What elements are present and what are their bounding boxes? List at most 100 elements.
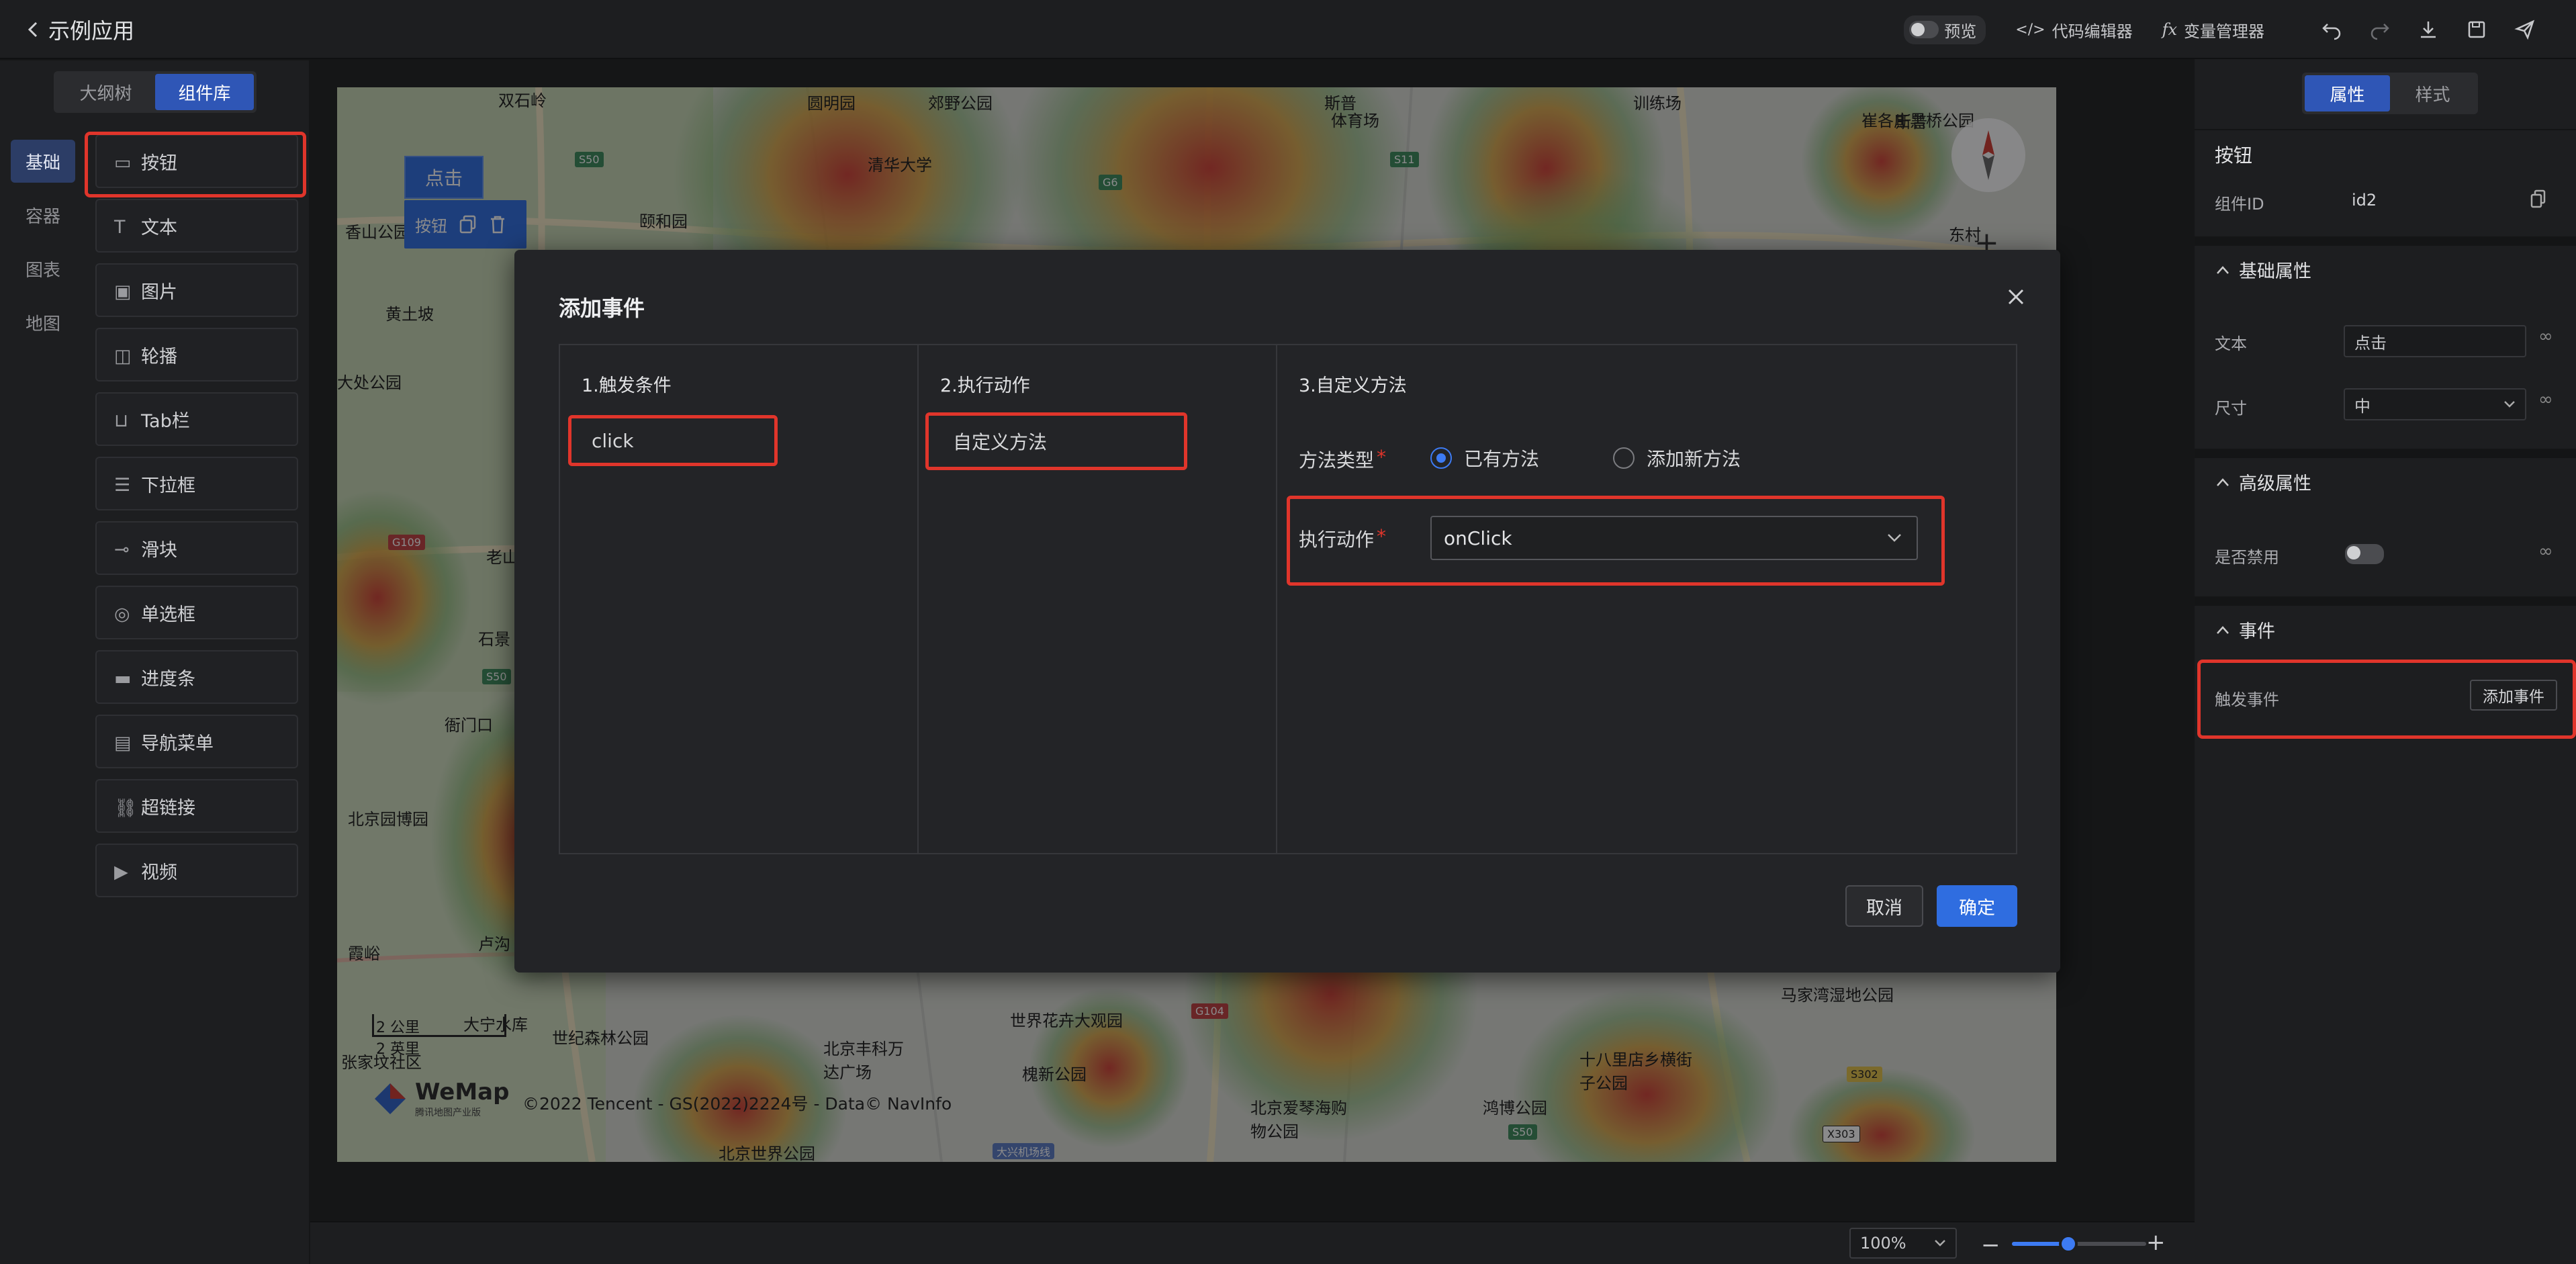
category-basic[interactable]: 基础 bbox=[11, 140, 75, 183]
zoom-slider-handle[interactable] bbox=[2059, 1234, 2078, 1253]
component-item-label: 下拉框 bbox=[141, 475, 195, 496]
component-item-label: 滑块 bbox=[141, 539, 177, 561]
library-tabs: 大纲树 组件库 bbox=[54, 71, 257, 113]
component-item-label: 导航菜单 bbox=[141, 733, 214, 754]
add-event-button[interactable]: 添加事件 bbox=[2470, 680, 2557, 711]
text-label: 文本 bbox=[2215, 334, 2247, 353]
download-icon[interactable] bbox=[2418, 19, 2439, 40]
radio-new-method[interactable]: 添加新方法 bbox=[1613, 445, 1741, 471]
custom-method-column: 3.自定义方法 方法类型 * 已有方法 添加新方法 执行动作 * onClick bbox=[1276, 344, 2017, 854]
chevron-left-icon bbox=[27, 21, 39, 38]
component-item-label: 文本 bbox=[141, 217, 177, 238]
tab-outline-tree[interactable]: 大纲树 bbox=[56, 74, 155, 110]
save-icon[interactable] bbox=[2466, 19, 2487, 40]
top-toolbar: 预览 </> 代码编辑器 fx 变量管理器 bbox=[1904, 12, 2536, 47]
method-type-label: 方法类型 * bbox=[1299, 446, 1386, 473]
divider bbox=[2195, 129, 2576, 130]
component-item[interactable]: ⛓ 超链接 bbox=[95, 779, 298, 833]
category-map[interactable]: 地图 bbox=[11, 301, 75, 344]
copy-id-icon[interactable] bbox=[2530, 189, 2546, 208]
component-name: 按钮 bbox=[2215, 144, 2253, 167]
tabbar-icon: ⊔ bbox=[114, 410, 129, 431]
section-basic-title: 基础属性 bbox=[2239, 261, 2311, 282]
component-item-label: 视频 bbox=[141, 862, 177, 883]
component-id-value: id2 bbox=[2352, 191, 2377, 210]
carousel-icon: ◫ bbox=[114, 346, 132, 367]
tab-properties[interactable]: 属性 bbox=[2305, 75, 2390, 111]
component-item[interactable]: ▬ 进度条 bbox=[95, 650, 298, 704]
zoom-select[interactable]: 100% bbox=[1849, 1228, 1957, 1259]
category-container[interactable]: 容器 bbox=[11, 193, 75, 236]
close-icon[interactable] bbox=[2007, 287, 2025, 306]
component-item-label: 单选框 bbox=[141, 604, 195, 625]
component-item-label: 超链接 bbox=[141, 797, 195, 819]
component-item[interactable]: ▤ 导航菜单 bbox=[95, 715, 298, 768]
radio-existing-method[interactable]: 已有方法 bbox=[1430, 445, 1539, 471]
component-item-label: 进度条 bbox=[141, 668, 195, 690]
progress-icon: ▬ bbox=[114, 668, 132, 689]
component-item[interactable]: ◎ 单选框 bbox=[95, 586, 298, 639]
action-column: 2.执行动作 自定义方法 bbox=[917, 344, 1277, 854]
component-item[interactable]: ⊸ 滑块 bbox=[95, 521, 298, 575]
radio-icon: ◎ bbox=[114, 604, 130, 625]
chevron-down-icon bbox=[1934, 1239, 1946, 1247]
undo-icon[interactable] bbox=[2321, 19, 2342, 40]
section-advanced[interactable]: 高级属性 bbox=[2216, 469, 2311, 495]
radio-existing-label: 已有方法 bbox=[1464, 448, 1540, 470]
preview-label: 预览 bbox=[1944, 21, 1977, 41]
component-id-label: 组件ID bbox=[2215, 195, 2264, 214]
variable-manager-label: 变量管理器 bbox=[2184, 21, 2264, 41]
component-item-label: 按钮 bbox=[141, 152, 177, 174]
top-bar: 示例应用 预览 </> 代码编辑器 fx 变量管理器 bbox=[0, 0, 2576, 59]
component-item[interactable]: ▶ 视频 bbox=[95, 844, 298, 897]
category-chart[interactable]: 图表 bbox=[11, 247, 75, 290]
chevron-up-icon bbox=[2216, 265, 2229, 275]
size-value: 中 bbox=[2354, 396, 2371, 416]
bind-variable-icon[interactable]: ∞ bbox=[2538, 541, 2553, 561]
section-events[interactable]: 事件 bbox=[2216, 617, 2275, 643]
confirm-button[interactable]: 确定 bbox=[1937, 885, 2017, 927]
highlight-action-select bbox=[1287, 496, 1945, 586]
zoom-out-icon[interactable]: − bbox=[1981, 1232, 2000, 1259]
tab-component-library[interactable]: 组件库 bbox=[155, 74, 254, 110]
zoom-in-button[interactable]: + bbox=[2146, 1229, 2166, 1256]
size-select[interactable]: 中 bbox=[2344, 388, 2526, 420]
custom-method-item[interactable]: 自定义方法 bbox=[925, 412, 1187, 470]
redo-icon[interactable] bbox=[2369, 19, 2391, 40]
chevron-up-icon bbox=[2216, 478, 2229, 487]
required-mark: * bbox=[1377, 446, 1387, 468]
code-editor-button[interactable]: </> 代码编辑器 bbox=[2015, 18, 2132, 42]
preview-switch[interactable] bbox=[1909, 21, 1939, 38]
radio-unchecked-icon bbox=[1613, 447, 1635, 469]
component-item[interactable]: ⊔ Tab栏 bbox=[95, 392, 298, 446]
component-item[interactable]: ◫ 轮播 bbox=[95, 328, 298, 381]
tab-styles[interactable]: 样式 bbox=[2390, 75, 2475, 111]
bind-variable-icon[interactable]: ∞ bbox=[2538, 326, 2553, 347]
bind-variable-icon[interactable]: ∞ bbox=[2538, 390, 2553, 410]
text-input[interactable]: 点击 bbox=[2344, 325, 2526, 357]
category-sidebar: 基础 容器 图表 地图 bbox=[0, 60, 86, 1264]
variable-manager-button[interactable]: fx 变量管理器 bbox=[2162, 18, 2264, 42]
publish-icon[interactable] bbox=[2514, 19, 2536, 40]
divider bbox=[2195, 449, 2576, 458]
add-event-modal: 添加事件 1.触发条件 click 2.执行动作 自定义方法 3.自定义方法 方… bbox=[514, 250, 2060, 973]
component-item-label: 图片 bbox=[141, 281, 177, 303]
code-icon: </> bbox=[2015, 21, 2045, 38]
properties-panel: 属性 样式 按钮 组件ID id2 基础属性 文本 点击 ∞ 尺寸 中 ∞ 高级… bbox=[2195, 59, 2576, 1264]
component-item[interactable]: ▭ 按钮 bbox=[95, 134, 298, 188]
component-item[interactable]: ▣ 图片 bbox=[95, 263, 298, 317]
nav-menu-icon: ▤ bbox=[114, 733, 132, 754]
disabled-toggle[interactable] bbox=[2345, 544, 2384, 564]
cancel-button[interactable]: 取消 bbox=[1845, 885, 1923, 927]
zoom-value: 100% bbox=[1860, 1234, 1906, 1253]
trigger-click-item[interactable]: click bbox=[568, 415, 778, 466]
image-icon: ▣ bbox=[114, 281, 132, 302]
component-item[interactable]: T 文本 bbox=[95, 199, 298, 253]
slider-icon: ⊸ bbox=[114, 539, 130, 560]
zoom-slider-fill bbox=[2012, 1242, 2066, 1246]
app-title-back[interactable]: 示例应用 bbox=[27, 15, 134, 44]
section-basic[interactable]: 基础属性 bbox=[2216, 257, 2311, 283]
preview-toggle[interactable]: 预览 bbox=[1904, 15, 1986, 44]
component-item[interactable]: ☰ 下拉框 bbox=[95, 457, 298, 510]
zoom-slider[interactable] bbox=[2012, 1234, 2146, 1253]
